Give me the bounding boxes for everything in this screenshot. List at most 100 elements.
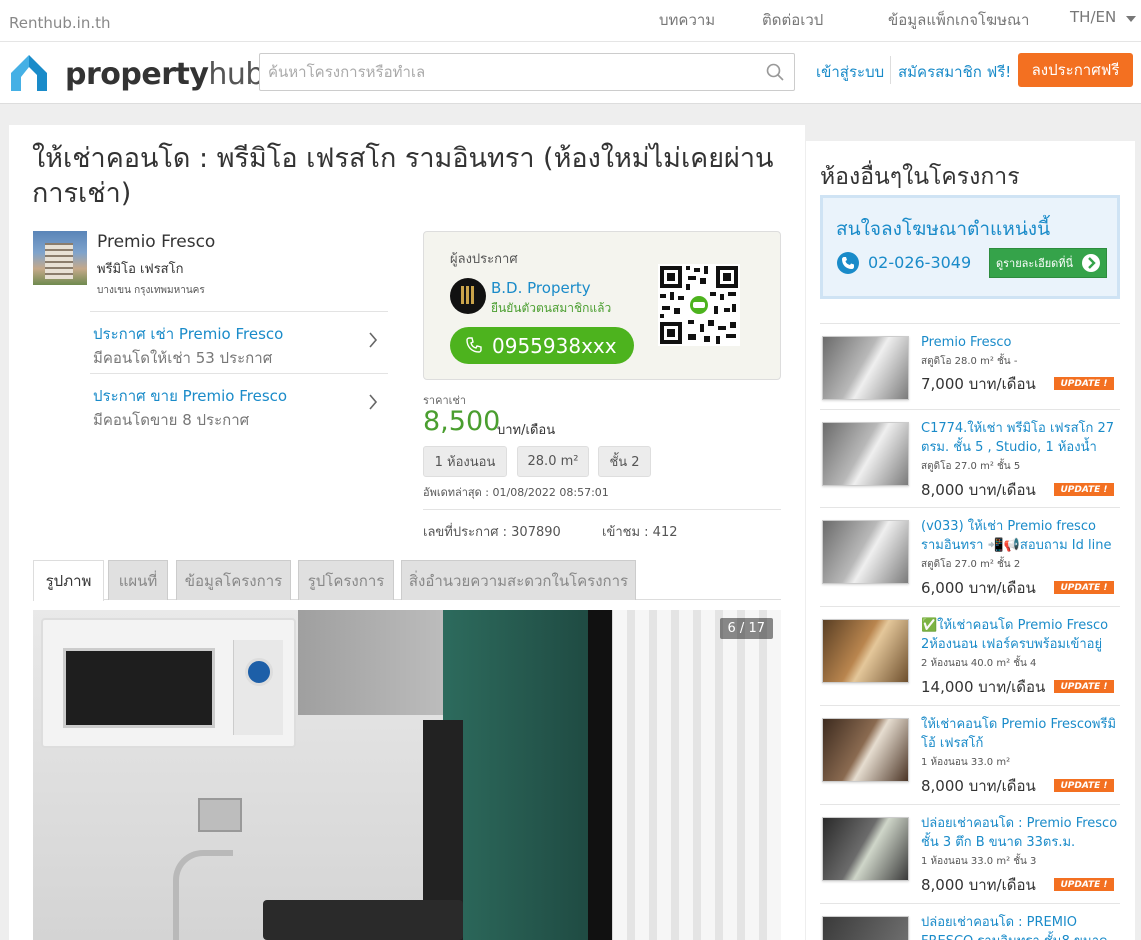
listing-title[interactable]: Premio Fresco	[921, 333, 1120, 352]
chevron-down-icon[interactable]	[1126, 16, 1136, 22]
photo-outlet	[198, 798, 242, 832]
photo-glass-door	[443, 610, 593, 940]
listing-meta: 2 ห้องนอน 40.0 m² ชั้น 4	[921, 658, 1037, 669]
listing-meta: 1 ห้องนอน 33.0 m² ชั้น 3	[921, 856, 1037, 867]
listing-thumbnail[interactable]	[822, 916, 909, 940]
search-box[interactable]	[259, 53, 795, 91]
nav-link-ad-packages[interactable]: ข้อมูลแพ็กเกจโฆษณา	[888, 8, 1029, 32]
header-divider	[890, 56, 891, 84]
project-rent-link[interactable]: ประกาศ เช่า Premio Fresco มีคอนโดให้เช่า…	[90, 311, 388, 373]
list-item[interactable]: ✅ให้เช่าคอนโด Premio Fresco 2ห้องนอน เฟอ…	[820, 606, 1120, 705]
listing-photo-viewer[interactable]: 6 / 17	[33, 610, 781, 940]
listing-title[interactable]: ปล่อยเช่าคอนโด : PREMIO FRESCO รามอินทรา…	[921, 913, 1120, 940]
listing-thumbnail[interactable]	[822, 718, 909, 782]
list-item[interactable]: ให้เช่าคอนโด Premio Frescoพรีมิโอ้ เฟรสโ…	[820, 705, 1120, 804]
listing-tabs: รูปภาพ แผนที่ ข้อมูลโครงการ รูปโครงการ ส…	[33, 560, 781, 601]
sidebar: ห้องอื่นๆในโครงการ สนใจลงโฆษณาตำแหน่งนี้…	[806, 141, 1135, 940]
listing-title[interactable]: ให้เช่าคอนโด Premio Frescoพรีมิโอ้ เฟรสโ…	[921, 715, 1120, 753]
photo-microwave	[41, 618, 296, 748]
propertyhub-logo[interactable]: propertyhub	[9, 53, 264, 93]
phone-icon	[466, 337, 482, 353]
photo-stove	[263, 900, 463, 940]
list-item[interactable]: Premio Fresco สตูดิโอ 28.0 m² ชั้น - 7,0…	[820, 323, 1120, 422]
agent-card: ผู้ลงประกาศ B.D. Property ยืนยันตัวตนสมา…	[423, 231, 781, 380]
agent-logo[interactable]	[450, 278, 486, 314]
project-thumbnail[interactable]	[33, 231, 87, 285]
price-unit: บาท/เดือน	[497, 423, 556, 438]
project-name[interactable]: Premio Fresco	[97, 232, 215, 252]
list-item[interactable]: (v033) ให้เช่า Premio fresco รามอินทรา 📲…	[820, 507, 1120, 606]
language-switch[interactable]: TH/EN	[1070, 8, 1116, 26]
page-title: ให้เช่าคอนโด : พรีมิโอ เฟรสโก รามอินทรา …	[32, 143, 774, 209]
login-link[interactable]: เข้าสู่ระบบ	[816, 60, 884, 84]
ad-title: สนใจลงโฆษณาตำแหน่งนี้	[836, 218, 1051, 240]
update-badge: UPDATE !	[1054, 878, 1114, 891]
project-sale-link[interactable]: ประกาศ ขาย Premio Fresco มีคอนโดขาย 8 ปร…	[90, 373, 388, 435]
arrow-right-icon	[1082, 254, 1100, 272]
search-input[interactable]	[260, 54, 740, 90]
tab-photos[interactable]: รูปภาพ	[33, 560, 104, 601]
tab-facilities[interactable]: สิ่งอำนวยความสะดวกในโครงการ	[401, 560, 636, 600]
photo-counter: 6 / 17	[719, 618, 773, 639]
ad-banner[interactable]: สนใจลงโฆษณาตำแหน่งนี้ 02-026-3049 ดูรายล…	[820, 195, 1120, 299]
agent-verified-text: ยืนยันตัวตนสมาชิกแล้ว	[491, 301, 612, 315]
logo-wordmark: propertyhub	[65, 57, 264, 92]
listing-meta: สตูดิโอ 27.0 m² ชั้น 2	[921, 559, 1021, 570]
signup-link[interactable]: สมัครสมาชิก ฟรี!	[898, 60, 1011, 84]
listing-thumbnail[interactable]	[822, 422, 909, 486]
ad-details-button[interactable]: ดูรายละเอียดที่นี่	[989, 248, 1107, 278]
search-icon[interactable]	[766, 63, 784, 81]
nav-link-articles[interactable]: บทความ	[659, 8, 715, 32]
phone-icon	[837, 252, 859, 274]
chevron-right-icon	[369, 394, 378, 410]
ad-phone: 02-026-3049	[868, 253, 972, 272]
listing-title[interactable]: C1774.ให้เช่า พรีมิโอ เฟรสโก 27 ตรม. ชั้…	[921, 419, 1120, 457]
project-thai-name: พรีมิโอ เฟรสโก	[97, 262, 184, 277]
listing-thumbnail[interactable]	[822, 336, 909, 400]
photo-microwave-panel	[233, 640, 283, 735]
nav-link-contact[interactable]: ติดต่อเวป	[762, 8, 823, 32]
listing-reference: เลขที่ประกาศ : 307890	[423, 525, 561, 540]
listing-meta: สตูดิโอ 28.0 m² ชั้น -	[921, 356, 1018, 367]
rent-price: 8,500	[423, 406, 501, 437]
listing-price: 14,000 บาท/เดือน	[921, 678, 1046, 696]
post-listing-button[interactable]: ลงประกาศฟรี	[1018, 53, 1133, 87]
agent-name-link[interactable]: B.D. Property	[491, 279, 591, 297]
list-item[interactable]: C1774.ให้เช่า พรีมิโอ เฟรสโก 27 ตรม. ชั้…	[820, 409, 1120, 508]
update-badge: UPDATE !	[1054, 680, 1114, 693]
house-logo-icon	[11, 55, 47, 91]
listing-meta: 1 ห้องนอน 33.0 m²	[921, 757, 1011, 768]
photo-door-frame	[588, 610, 612, 940]
listing-thumbnail[interactable]	[822, 817, 909, 881]
listing-title[interactable]: (v033) ให้เช่า Premio fresco รามอินทรา 📲…	[921, 517, 1120, 555]
phone-number: 0955938xxx	[492, 333, 617, 358]
listing-price: 8,000 บาท/เดือน	[921, 876, 1036, 894]
listing-thumbnail[interactable]	[822, 619, 909, 683]
floor-tag: ชั้น 2	[598, 446, 651, 477]
call-phone-button[interactable]: 0955938xxx	[450, 327, 634, 364]
photo-curtain	[613, 610, 781, 940]
sidebar-title: ห้องอื่นๆในโครงการ	[820, 164, 1020, 190]
list-item[interactable]: ปล่อยเช่าคอนโด : PREMIO FRESCO รามอินทรา…	[820, 903, 1120, 940]
area-tag: 28.0 m²	[517, 446, 589, 477]
tab-project-info[interactable]: ข้อมูลโครงการ	[176, 560, 291, 600]
listing-title[interactable]: ✅ให้เช่าคอนโด Premio Fresco 2ห้องนอน เฟอ…	[921, 616, 1120, 654]
listing-thumbnail[interactable]	[822, 520, 909, 584]
last-updated: อัพเดทล่าสุด : 01/08/2022 08:57:01	[423, 486, 609, 499]
listing-price: 7,000 บาท/เดือน	[921, 375, 1036, 393]
update-badge: UPDATE !	[1054, 779, 1114, 792]
list-item[interactable]: ปล่อยเช่าคอนโด : Premio Fresco ชั้น 3 ตึ…	[820, 804, 1120, 903]
listing-price: 8,000 บาท/เดือน	[921, 777, 1036, 795]
listing-main: ให้เช่าคอนโด : พรีมิโอ เฟรสโก รามอินทรา …	[9, 125, 805, 940]
photo-microwave-knob	[245, 658, 273, 686]
photo-faucet	[173, 850, 233, 940]
project-location: บางเขน กรุงเทพมหานคร	[97, 285, 205, 296]
tab-project-photos[interactable]: รูปโครงการ	[298, 560, 394, 600]
listing-title[interactable]: ปล่อยเช่าคอนโด : Premio Fresco ชั้น 3 ตึ…	[921, 814, 1120, 852]
line-qr-code	[658, 264, 740, 346]
update-badge: UPDATE !	[1054, 581, 1114, 594]
site-name-link[interactable]: Renthub.in.th	[9, 14, 111, 32]
photo-microwave-window	[63, 648, 215, 728]
tab-map[interactable]: แผนที่	[108, 560, 168, 600]
divider	[423, 509, 781, 510]
